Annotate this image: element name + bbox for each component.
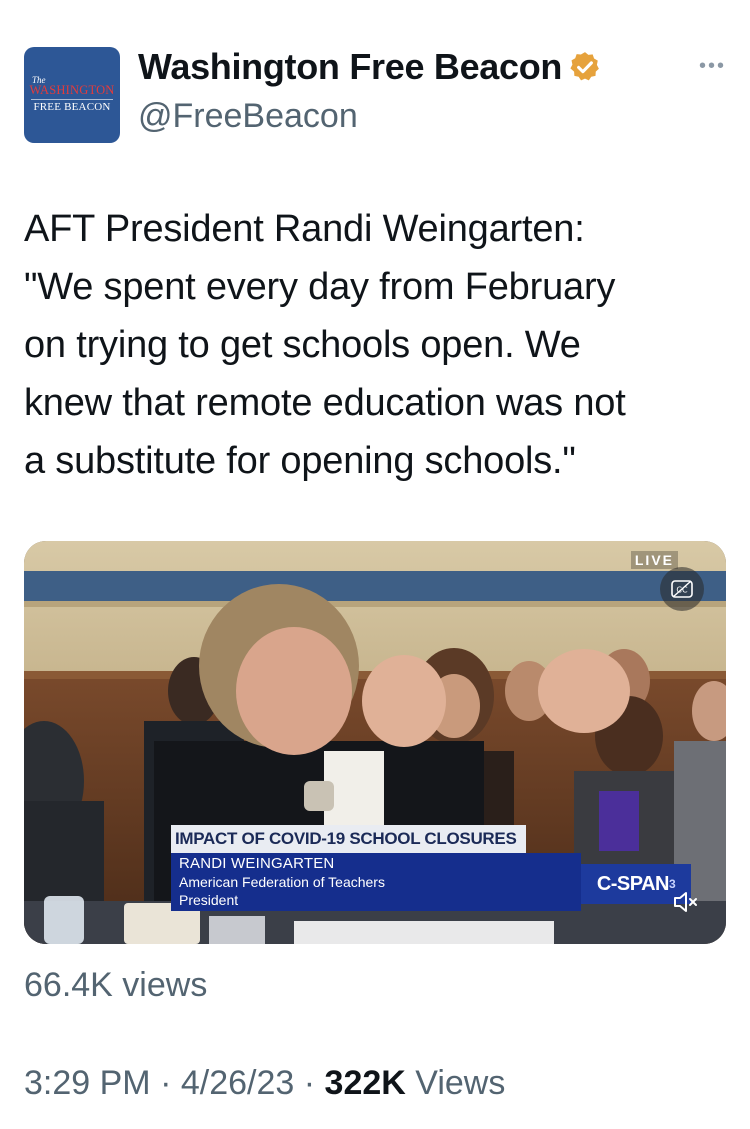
tweet-text-line: AFT President Randi Weingarten: <box>24 208 585 250</box>
tweet-header: The WASHINGTON FREE BEACON Washington Fr… <box>24 46 726 147</box>
chyron-body: RANDI WEINGARTEN American Federation of … <box>171 853 581 911</box>
tweet-text-line: "We spent every day from February <box>24 266 616 308</box>
chyron-title: IMPACT OF COVID-19 SCHOOL CLOSURES <box>171 825 527 853</box>
avatar-the-text: The <box>32 75 46 85</box>
tweet-date[interactable]: 4/26/23 <box>181 1064 294 1102</box>
video-player[interactable]: LIVE CC IMPACT OF COVID-19 SCHOOL CLOSUR… <box>24 541 726 944</box>
video-view-count: 66.4K views <box>24 966 208 1004</box>
closed-captions-icon[interactable]: CC <box>660 567 704 611</box>
chyron-role: President <box>179 892 239 908</box>
avatar-line-2: FREE BEACON <box>33 101 111 113</box>
display-name[interactable]: Washington Free Beacon <box>138 46 562 88</box>
more-options-icon[interactable]: ••• <box>699 55 726 78</box>
tweet-text-line: knew that remote education was not <box>24 382 626 424</box>
muted-speaker-icon[interactable] <box>672 889 700 915</box>
meta-separator: · <box>303 1064 316 1102</box>
network-name: C-SPAN <box>596 872 670 895</box>
tweet-text-line: a substitute for opening schools." <box>24 440 576 482</box>
meta-separator: · <box>160 1064 172 1102</box>
avatar-divider <box>31 99 113 100</box>
live-badge: LIVE <box>630 551 678 569</box>
tweet-meta: 3:29 PM · 4/26/23 · 322K Views <box>24 1064 505 1103</box>
verified-badge-icon <box>570 52 600 81</box>
tweet-text-line: on trying to get schools open. We <box>24 324 581 366</box>
views-count: 322K <box>324 1064 406 1102</box>
tweet-text: AFT President Randi Weingarten: "We spen… <box>24 200 724 490</box>
chyron-organization: American Federation of Teachers <box>179 874 385 890</box>
views-label: Views <box>415 1064 506 1102</box>
account-handle[interactable]: @FreeBeacon <box>138 97 358 136</box>
closed-captions-glyph: CC <box>671 580 693 598</box>
tweet-time[interactable]: 3:29 PM <box>24 1064 151 1102</box>
name-row: Washington Free Beacon <box>138 46 602 88</box>
avatar[interactable]: The WASHINGTON FREE BEACON <box>24 47 120 143</box>
chyron-name: RANDI WEINGARTEN <box>179 855 335 872</box>
avatar-line-1: WASHINGTON <box>29 83 115 97</box>
